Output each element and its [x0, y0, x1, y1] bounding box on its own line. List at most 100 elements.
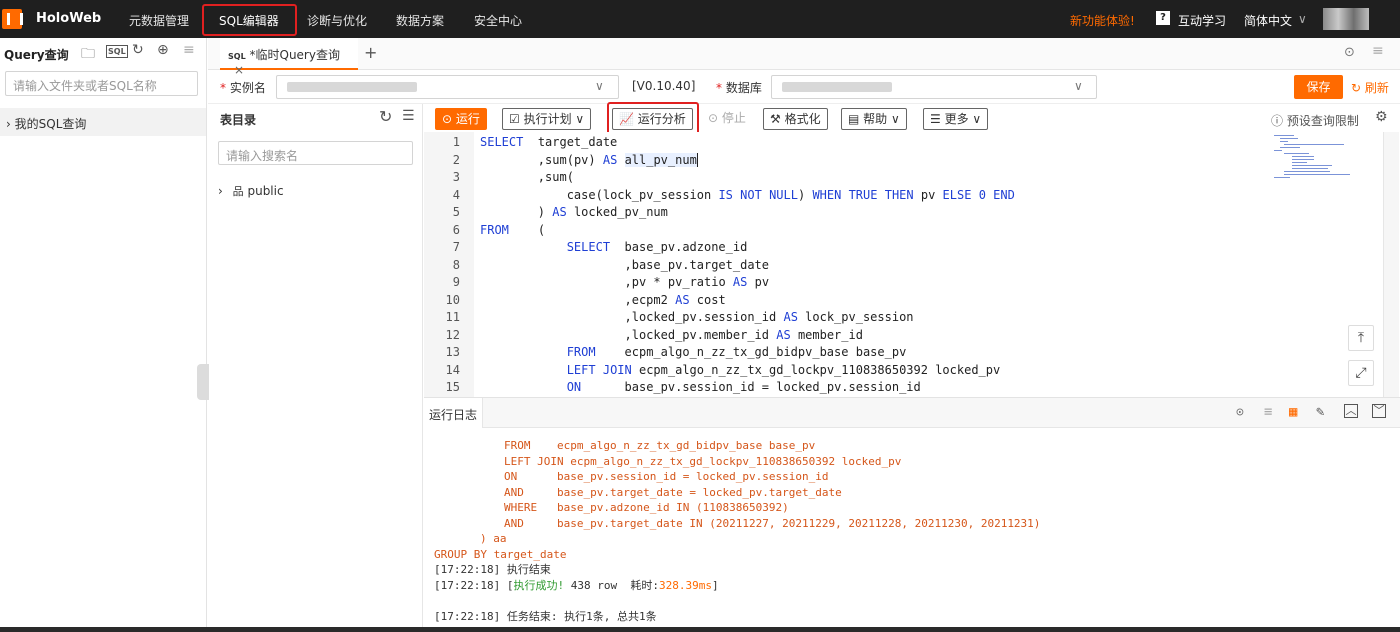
menu-icon[interactable]: ≡: [183, 42, 195, 58]
save-button[interactable]: 保存: [1294, 75, 1343, 99]
refresh-icon[interactable]: ↻: [132, 42, 144, 58]
sql-file-icon: SQL: [228, 52, 246, 61]
line-number: 7: [452, 240, 460, 254]
analysis-highlight-box: [607, 102, 699, 135]
code-text: SELECT target_date: [480, 135, 618, 149]
code-line: 15 ON base_pv.session_id = locked_pv.ses…: [424, 379, 1274, 397]
line-number: 12: [445, 327, 460, 342]
tab-temp-query[interactable]: SQL *临时Query查询 ×: [220, 38, 358, 77]
tab-menu-icon[interactable]: ⊙: [1344, 45, 1355, 60]
new-sql-icon[interactable]: SQL: [106, 45, 128, 58]
line-number: 9: [452, 275, 460, 289]
nav-data-solution[interactable]: 数据方案: [396, 12, 444, 29]
log-group-by: GROUP BY target_date: [434, 548, 567, 561]
nav-metadata[interactable]: 元数据管理: [129, 12, 189, 29]
calendar-icon[interactable]: ▦: [1289, 404, 1297, 420]
code-line: 14 LEFT JOIN ecpm_algo_n_zz_tx_gd_lockpv…: [424, 362, 1274, 380]
nav-diagnosis[interactable]: 诊断与优化: [307, 12, 367, 29]
code-text: ,ecpm2 AS cost: [624, 292, 726, 307]
settings-sliders-icon[interactable]: ⚙: [1375, 109, 1388, 125]
refresh-icon[interactable]: ↻: [379, 107, 392, 126]
stop-button[interactable]: ⊙ 停止: [702, 108, 752, 130]
line-number: 13: [445, 345, 460, 359]
log-close-paren: ) aa: [480, 532, 507, 545]
directory-search-input[interactable]: 请输入搜索名: [218, 141, 413, 165]
refresh-button[interactable]: ↻ 刷新: [1351, 79, 1389, 96]
more-menu-icon[interactable]: ≡: [1372, 43, 1384, 59]
code-text: ,locked_pv.member_id AS member_id: [624, 327, 863, 342]
line-number: 1: [452, 135, 460, 149]
new-feature-link[interactable]: 新功能体验!: [1070, 12, 1135, 29]
tab-run-log[interactable]: 运行日志: [424, 398, 484, 428]
help-button[interactable]: ▤ 帮助 ∨: [841, 108, 907, 130]
log-success-line: [17:22:18] [执行成功! 438 row 耗时:328.39ms]: [434, 579, 719, 592]
schema-icon: 品: [232, 185, 244, 198]
code-line: 3 ,sum(: [424, 169, 1274, 187]
log-sql-line: WHERE base_pv.adzone_id IN (110838650392…: [504, 501, 789, 514]
sql-code-editor[interactable]: 1 SELECT target_date 2 ,sum(pv) AS all_pv_…: [424, 132, 1384, 397]
line-number: 14: [445, 362, 460, 377]
code-line: 12 ,locked_pv.member_id AS member_id: [424, 327, 1274, 345]
version-text: [V0.10.40]: [632, 79, 696, 93]
database-select[interactable]: ∨: [771, 75, 1097, 99]
avatar[interactable]: [1323, 8, 1369, 30]
learn-icon: ?: [1156, 11, 1170, 25]
chevron-right-icon: ›: [218, 184, 223, 198]
code-text: ON base_pv.session_id = locked_pv.sessio…: [566, 380, 921, 394]
tab-label: *临时Query查询: [249, 48, 340, 62]
minimize-icon[interactable]: ﹀: [1372, 404, 1386, 418]
run-button[interactable]: ⊙ 运行: [435, 108, 487, 130]
code-text: ,locked_pv.session_id AS lock_pv_session: [624, 310, 914, 324]
language-selector[interactable]: 简体中文: [1244, 12, 1292, 29]
execution-plan-button[interactable]: ☑ 执行计划 ∨: [502, 108, 592, 130]
top-navbar: HoloWeb 元数据管理 SQL编辑器 诊断与优化 数据方案 安全中心 新功能…: [0, 0, 1400, 38]
query-sidebar: Query查询 🗀 SQL ↻ ⊕ ≡ 请输入文件夹或者SQL名称 › 我的SQ…: [0, 38, 209, 632]
list-toggle-icon[interactable]: ☰: [402, 108, 415, 124]
log-task-end: [17:22:18] 任务结束: 执行1条, 总共1条: [434, 610, 657, 623]
list-icon[interactable]: ≡: [1264, 404, 1272, 420]
editor-scrollbar[interactable]: [1383, 132, 1399, 397]
scroll-to-top-button[interactable]: ⤒: [1348, 325, 1374, 351]
code-line: 7 SELECT base_pv.adzone_id: [424, 239, 1274, 257]
sidebar-search-input[interactable]: 请输入文件夹或者SQL名称: [5, 71, 198, 96]
code-text: ,base_pv.target_date: [624, 257, 770, 272]
instance-label: * 实例名: [220, 81, 266, 95]
line-number: 15: [445, 380, 460, 394]
my-sql-query-folder[interactable]: › 我的SQL查询: [0, 108, 206, 136]
sql-editor-highlight-box: [202, 4, 297, 36]
line-number: 8: [452, 257, 460, 272]
log-menu-icon[interactable]: ⊙: [1236, 405, 1244, 420]
code-line: 5 ) AS locked_pv_num: [424, 204, 1274, 222]
fullscreen-button[interactable]: ⤢: [1348, 360, 1374, 386]
line-number: 2: [452, 152, 460, 167]
my-sql-query-label: 我的SQL查询: [14, 117, 87, 131]
add-tab-icon[interactable]: +: [364, 43, 377, 62]
directory-title: 表目录: [220, 113, 257, 127]
more-button[interactable]: ☰ 更多 ∨: [923, 108, 989, 130]
instance-select[interactable]: ∨: [276, 75, 619, 99]
format-button[interactable]: ⚒ 格式化: [763, 108, 828, 130]
log-sql-line: AND base_pv.target_date = locked_pv.targ…: [504, 486, 842, 499]
maximize-icon[interactable]: ︿: [1344, 404, 1358, 418]
log-execution-end: [17:22:18] 执行结束: [434, 563, 551, 576]
new-folder-icon[interactable]: 🗀: [81, 43, 95, 67]
query-limit-link[interactable]: ⓘ 预设查询限制: [1271, 112, 1359, 129]
interactive-learning-link[interactable]: 互动学习: [1178, 12, 1226, 29]
editor-tab-bar: SQL *临时Query查询 × + ⊙ ≡: [208, 38, 1400, 77]
code-line: 8 ,base_pv.target_date: [424, 257, 1274, 275]
code-line: 6 FROM (: [424, 222, 1274, 240]
code-line: 9 ,pv * pv_ratio AS pv: [424, 274, 1274, 292]
nav-security[interactable]: 安全中心: [474, 12, 522, 29]
line-number: 3: [452, 170, 460, 184]
log-header: 运行日志 ⊙ ≡ ▦ ✎ ︿ ﹀: [424, 398, 1400, 428]
code-line: 1 SELECT target_date: [424, 134, 1274, 152]
pin-icon[interactable]: ✎: [1316, 404, 1324, 420]
holoweb-logo-icon: [2, 9, 23, 29]
line-number: 10: [445, 292, 460, 307]
locate-icon[interactable]: ⊕: [157, 42, 169, 58]
code-text: ,sum(: [537, 170, 574, 184]
code-text: ,sum(pv) AS all_pv_num: [537, 152, 698, 167]
code-minimap[interactable]: [1272, 132, 1370, 192]
database-label: * 数据库: [716, 81, 762, 95]
schema-public[interactable]: › 品 public: [218, 183, 284, 199]
